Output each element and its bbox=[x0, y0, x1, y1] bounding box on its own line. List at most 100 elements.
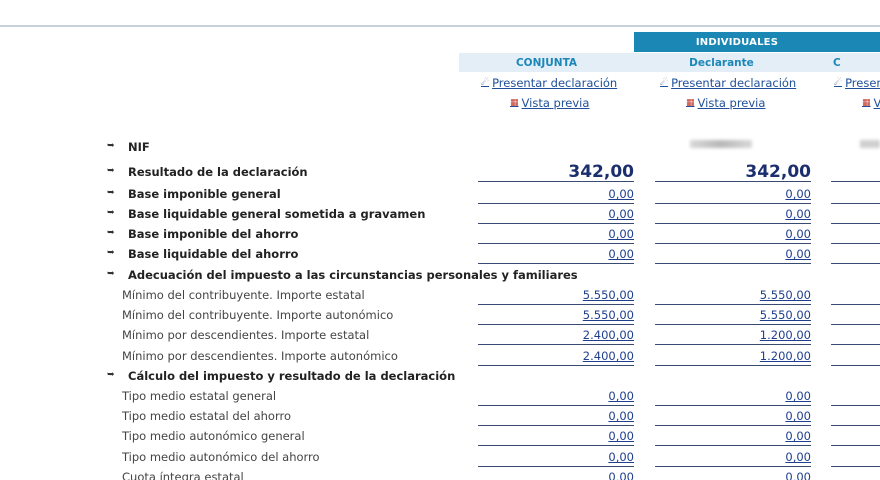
bullet-arrow-icon: ➥ bbox=[107, 269, 115, 279]
value-cell-conjunta[interactable]: 0,00 bbox=[478, 386, 634, 406]
value-cell-declarante[interactable]: 0,00 bbox=[655, 406, 811, 426]
column-header-third: C bbox=[809, 53, 880, 72]
value-cell-conjunta[interactable]: 0,00 bbox=[478, 447, 634, 467]
column-header-conjunta: CONJUNTA bbox=[459, 53, 634, 72]
value-cell-declarante[interactable]: 0,00 bbox=[655, 244, 811, 264]
table-row: Mínimo del contribuyente. Importe estata… bbox=[0, 285, 880, 305]
value-cell-declarante[interactable]: 0,00 bbox=[655, 467, 811, 480]
value-cell-conjunta[interactable]: 0,00 bbox=[478, 406, 634, 426]
table-row: ➥ Base imponible general 0,00 0,00 bbox=[0, 184, 880, 204]
table-row: Tipo medio autonómico general 0,00 0,00 bbox=[0, 426, 880, 446]
table-row: ➥ NIF bbox=[0, 137, 880, 157]
value-cell-conjunta[interactable]: 0,00 bbox=[478, 467, 634, 480]
value-cell-declarante[interactable]: 0,00 bbox=[655, 204, 811, 224]
value-cell-third bbox=[831, 346, 880, 366]
vista-previa-link-third[interactable]: ▦ V bbox=[862, 96, 880, 110]
table-row: Tipo medio estatal del ahorro 0,00 0,00 bbox=[0, 406, 880, 426]
bullet-arrow-icon: ➥ bbox=[107, 248, 115, 258]
row-label: Mínimo por descendientes. Importe autonó… bbox=[122, 349, 398, 363]
value-cell-third bbox=[831, 184, 880, 204]
value-cell-declarante[interactable]: 0,00 bbox=[655, 386, 811, 406]
row-label: Tipo medio estatal general bbox=[122, 389, 277, 403]
row-label: Base imponible general bbox=[128, 187, 281, 201]
bullet-arrow-icon: ➥ bbox=[107, 370, 115, 380]
value-cell-conjunta[interactable]: 2.400,00 bbox=[478, 346, 634, 366]
value-cell-third bbox=[831, 447, 880, 467]
pdf-icon: ▦ bbox=[686, 98, 695, 108]
row-label: Base liquidable general sometida a grava… bbox=[128, 207, 426, 221]
value-cell-declarante[interactable]: 5.550,00 bbox=[655, 285, 811, 305]
bullet-arrow-icon: ➥ bbox=[107, 166, 115, 176]
row-label: Mínimo del contribuyente. Importe estata… bbox=[122, 288, 365, 302]
value-cell-declarante[interactable]: 1.200,00 bbox=[655, 325, 811, 345]
table-row: ➥ Cálculo del impuesto y resultado de la … bbox=[0, 366, 880, 386]
value-cell-conjunta[interactable]: 342,00 bbox=[478, 162, 634, 182]
value-cell-conjunta[interactable]: 5.550,00 bbox=[478, 305, 634, 325]
table-row: ➥ Base liquidable del ahorro 0,00 0,00 bbox=[0, 244, 880, 264]
row-label: Tipo medio autonómico del ahorro bbox=[122, 450, 320, 464]
row-label: Tipo medio estatal del ahorro bbox=[122, 409, 291, 423]
pdf-icon: ▦ bbox=[862, 98, 871, 108]
table-row: ➥ Base liquidable general sometida a grav… bbox=[0, 204, 880, 224]
value-cell-declarante[interactable]: 0,00 bbox=[655, 224, 811, 244]
value-cell-third bbox=[831, 325, 880, 345]
individuales-header: INDIVIDUALES bbox=[634, 32, 880, 52]
row-label: NIF bbox=[128, 140, 150, 154]
vista-previa-link-declarante[interactable]: ▦ Vista previa bbox=[686, 96, 765, 110]
presentar-declaracion-link-third[interactable]: ☄ Presen bbox=[834, 76, 880, 90]
value-cell-conjunta[interactable]: 2.400,00 bbox=[478, 325, 634, 345]
row-label: Cuota íntegra estatal bbox=[122, 470, 244, 480]
presentar-label: Presentar declaración bbox=[671, 76, 797, 90]
value-cell-third bbox=[831, 204, 880, 224]
row-label: Resultado de la declaración bbox=[128, 165, 308, 179]
table-row: Tipo medio autonómico del ahorro 0,00 0,00 bbox=[0, 447, 880, 467]
table-row: Mínimo por descendientes. Importe estata… bbox=[0, 325, 880, 345]
value-cell-third bbox=[831, 162, 880, 182]
vista-partial-label: V bbox=[873, 96, 880, 110]
bullet-arrow-icon: ➥ bbox=[107, 208, 115, 218]
row-label: Mínimo por descendientes. Importe estata… bbox=[122, 328, 370, 342]
send-icon: ☄ bbox=[481, 78, 490, 88]
value-cell-declarante[interactable]: 5.550,00 bbox=[655, 305, 811, 325]
table-row: Mínimo por descendientes. Importe autonó… bbox=[0, 346, 880, 366]
column-header-declarante: Declarante bbox=[634, 53, 809, 72]
bullet-arrow-icon: ➥ bbox=[107, 228, 115, 238]
table-row: Tipo medio estatal general 0,00 0,00 bbox=[0, 386, 880, 406]
presentar-declaracion-link-conjunta[interactable]: ☄ Presentar declaración bbox=[481, 76, 617, 90]
presentar-declaracion-link-declarante[interactable]: ☄ Presentar declaración bbox=[660, 76, 796, 90]
value-cell-conjunta[interactable]: 0,00 bbox=[478, 184, 634, 204]
value-cell-third bbox=[831, 406, 880, 426]
vista-previa-link-conjunta[interactable]: ▦ Vista previa bbox=[510, 96, 589, 110]
value-cell-declarante[interactable]: 1.200,00 bbox=[655, 346, 811, 366]
bullet-arrow-icon: ➥ bbox=[107, 188, 115, 198]
table-row: ➥ Adecuación del impuesto a las circunsta… bbox=[0, 265, 880, 285]
presentar-partial-label: Presen bbox=[845, 76, 880, 90]
row-label: Cálculo del impuesto y resultado de la d… bbox=[128, 369, 456, 383]
value-cell-conjunta[interactable]: 5.550,00 bbox=[478, 285, 634, 305]
value-cell-conjunta[interactable]: 0,00 bbox=[478, 244, 634, 264]
table-row: Mínimo del contribuyente. Importe autonó… bbox=[0, 305, 880, 325]
value-cell-declarante[interactable]: 0,00 bbox=[655, 426, 811, 446]
value-cell-third bbox=[831, 305, 880, 325]
presentar-label: Presentar declaración bbox=[492, 76, 618, 90]
value-cell-third bbox=[831, 426, 880, 446]
value-cell-conjunta[interactable]: 0,00 bbox=[478, 224, 634, 244]
value-cell-conjunta[interactable]: 0,00 bbox=[478, 426, 634, 446]
vista-label: Vista previa bbox=[697, 96, 766, 110]
table-row: ➥ Base imponible del ahorro 0,00 0,00 bbox=[0, 224, 880, 244]
bullet-arrow-icon: ➥ bbox=[107, 141, 115, 151]
value-cell-declarante[interactable]: 0,00 bbox=[655, 184, 811, 204]
row-label: Mínimo del contribuyente. Importe autonó… bbox=[122, 308, 394, 322]
value-cell-third bbox=[831, 224, 880, 244]
value-cell-declarante[interactable]: 0,00 bbox=[655, 447, 811, 467]
value-cell-third bbox=[831, 244, 880, 264]
send-icon: ☄ bbox=[834, 78, 843, 88]
top-bar bbox=[0, 0, 880, 27]
table-row: ➥ Resultado de la declaración 342,00 342,00 bbox=[0, 162, 880, 182]
row-label: Base liquidable del ahorro bbox=[128, 247, 299, 261]
value-cell-third bbox=[831, 467, 880, 480]
value-cell-declarante[interactable]: 342,00 bbox=[655, 162, 811, 182]
row-label: Adecuación del impuesto a las circunstan… bbox=[128, 268, 578, 282]
value-cell-conjunta[interactable]: 0,00 bbox=[478, 204, 634, 224]
value-cell-third bbox=[831, 285, 880, 305]
